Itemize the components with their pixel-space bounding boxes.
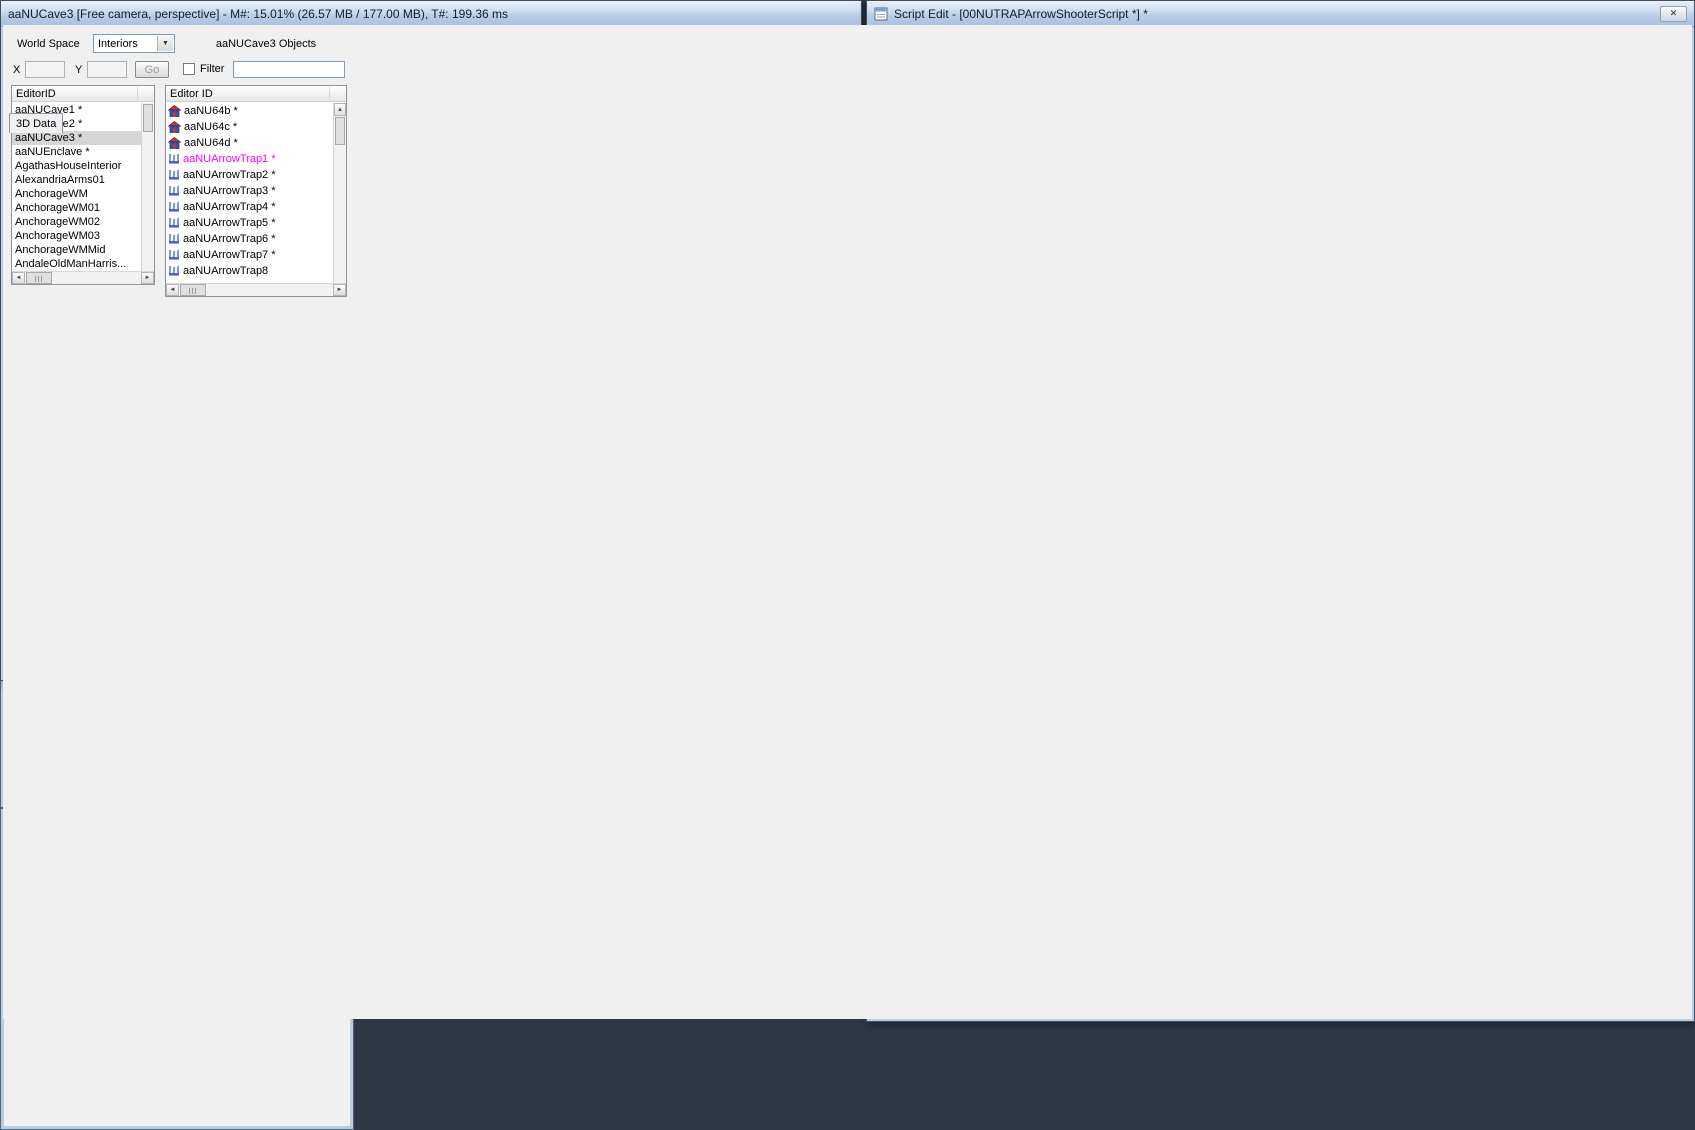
object-list-item[interactable]: aaNUArrowTrap6 * bbox=[166, 231, 333, 247]
object-list-item[interactable]: aaNUArrowTrap4 * bbox=[166, 199, 333, 215]
object-list-vertical-scrollbar[interactable] bbox=[333, 103, 346, 283]
script-window-titlebar[interactable]: Script Edit - [00NUTRAPArrowShooterScrip… bbox=[867, 1, 1694, 27]
cell-list-item[interactable]: AnchorageWM03 bbox=[12, 229, 141, 243]
render-window-titlebar[interactable]: aaNUCave3 [Free camera, perspective] - M… bbox=[1, 1, 861, 27]
object-list-header[interactable]: Editor ID bbox=[166, 86, 346, 102]
activator-icon bbox=[168, 201, 180, 213]
object-list-horizontal-scrollbar[interactable] bbox=[166, 283, 346, 296]
object-list-item[interactable]: aaNUArrowTrap8 bbox=[166, 263, 333, 279]
object-list-item[interactable]: aaNU64c * bbox=[166, 119, 333, 135]
world-space-label: World Space bbox=[17, 38, 80, 50]
scrollbar-thumb[interactable] bbox=[180, 284, 206, 296]
filter-checkbox[interactable]: Filter bbox=[183, 63, 224, 75]
x-label: X bbox=[13, 64, 20, 76]
cell-list-item[interactable]: AnchorageWM02 bbox=[12, 215, 141, 229]
cell-list-item[interactable]: AnchorageWMMid bbox=[12, 243, 141, 257]
house-icon bbox=[168, 137, 181, 149]
object-list-item[interactable]: aaNUArrowTrap5 * bbox=[166, 215, 333, 231]
cell-list-item[interactable]: AndaleOldManHarris... bbox=[12, 257, 141, 271]
script-window-title: Script Edit - [00NUTRAPArrowShooterScrip… bbox=[894, 7, 1148, 21]
x-input[interactable] bbox=[25, 61, 65, 78]
cell-list-item[interactable]: AlexandriaArms01 bbox=[12, 173, 141, 187]
scrollbar-thumb[interactable] bbox=[335, 117, 345, 145]
close-icon[interactable] bbox=[1660, 6, 1687, 22]
object-list-item[interactable]: aaNUArrowTrap2 * bbox=[166, 167, 333, 183]
activator-icon bbox=[168, 169, 180, 181]
cell-view-window: Cell View World Space Interiors aaNUCave… bbox=[0, 808, 354, 1130]
y-label: Y bbox=[75, 64, 82, 76]
scroll-left-icon[interactable] bbox=[12, 272, 25, 284]
scroll-left-icon[interactable] bbox=[166, 284, 179, 296]
filter-input[interactable] bbox=[233, 61, 345, 78]
cell-list-item[interactable]: AnchorageWM bbox=[12, 187, 141, 201]
object-list-item[interactable]: aaNUArrowTrap7 * bbox=[166, 247, 333, 263]
scroll-right-icon[interactable] bbox=[333, 284, 346, 296]
activator-icon bbox=[168, 185, 180, 197]
scrollbar-thumb[interactable] bbox=[143, 104, 153, 132]
object-list-item[interactable]: aaNU64b * bbox=[166, 103, 333, 119]
world-space-dropdown[interactable]: Interiors bbox=[93, 34, 175, 53]
object-list-item-selected[interactable]: aaNUArrowTrap1 * bbox=[166, 151, 333, 167]
objects-list-header-label: aaNUCave3 Objects bbox=[189, 38, 343, 50]
cell-list-item[interactable]: AgathasHouseInterior bbox=[12, 159, 141, 173]
object-list-item[interactable]: aaNU64d * bbox=[166, 135, 333, 151]
house-icon bbox=[168, 105, 181, 117]
cell-list-horizontal-scrollbar[interactable] bbox=[12, 271, 154, 284]
house-icon bbox=[168, 121, 181, 133]
activator-icon bbox=[168, 265, 180, 277]
object-list: Editor ID aaNU64b * aaNU64c * aaNU64d * … bbox=[165, 85, 347, 297]
cell-list-vertical-scrollbar[interactable] bbox=[141, 103, 154, 271]
activator-icon bbox=[168, 249, 180, 261]
script-document-icon bbox=[874, 7, 888, 21]
scroll-up-icon[interactable] bbox=[334, 103, 346, 116]
render-window-title: aaNUCave3 [Free camera, perspective] - M… bbox=[8, 7, 508, 21]
cell-list-header[interactable]: EditorID bbox=[12, 86, 154, 102]
go-button: Go bbox=[135, 61, 169, 78]
cell-list-item[interactable]: AnchorageWM01 bbox=[12, 201, 141, 215]
cell-list-item-selected[interactable]: aaNUCave3 * bbox=[12, 131, 141, 145]
geck-workspace: aaNUCave3 [Free camera, perspective] - M… bbox=[0, 0, 1695, 1022]
activator-icon bbox=[168, 217, 180, 229]
y-input[interactable] bbox=[87, 61, 127, 78]
scrollbar-thumb[interactable] bbox=[26, 272, 52, 284]
scroll-right-icon[interactable] bbox=[141, 272, 154, 284]
chevron-down-icon[interactable] bbox=[157, 36, 173, 51]
object-list-item[interactable]: aaNUArrowTrap3 * bbox=[166, 183, 333, 199]
object-list-rows: aaNU64b * aaNU64c * aaNU64d * aaNUArrowT… bbox=[166, 103, 333, 283]
cell-list-item[interactable]: aaNUEnclave * bbox=[12, 145, 141, 159]
activator-icon bbox=[168, 153, 180, 165]
activator-icon bbox=[168, 233, 180, 245]
tab-3d-data[interactable]: 3D Data bbox=[9, 113, 63, 133]
